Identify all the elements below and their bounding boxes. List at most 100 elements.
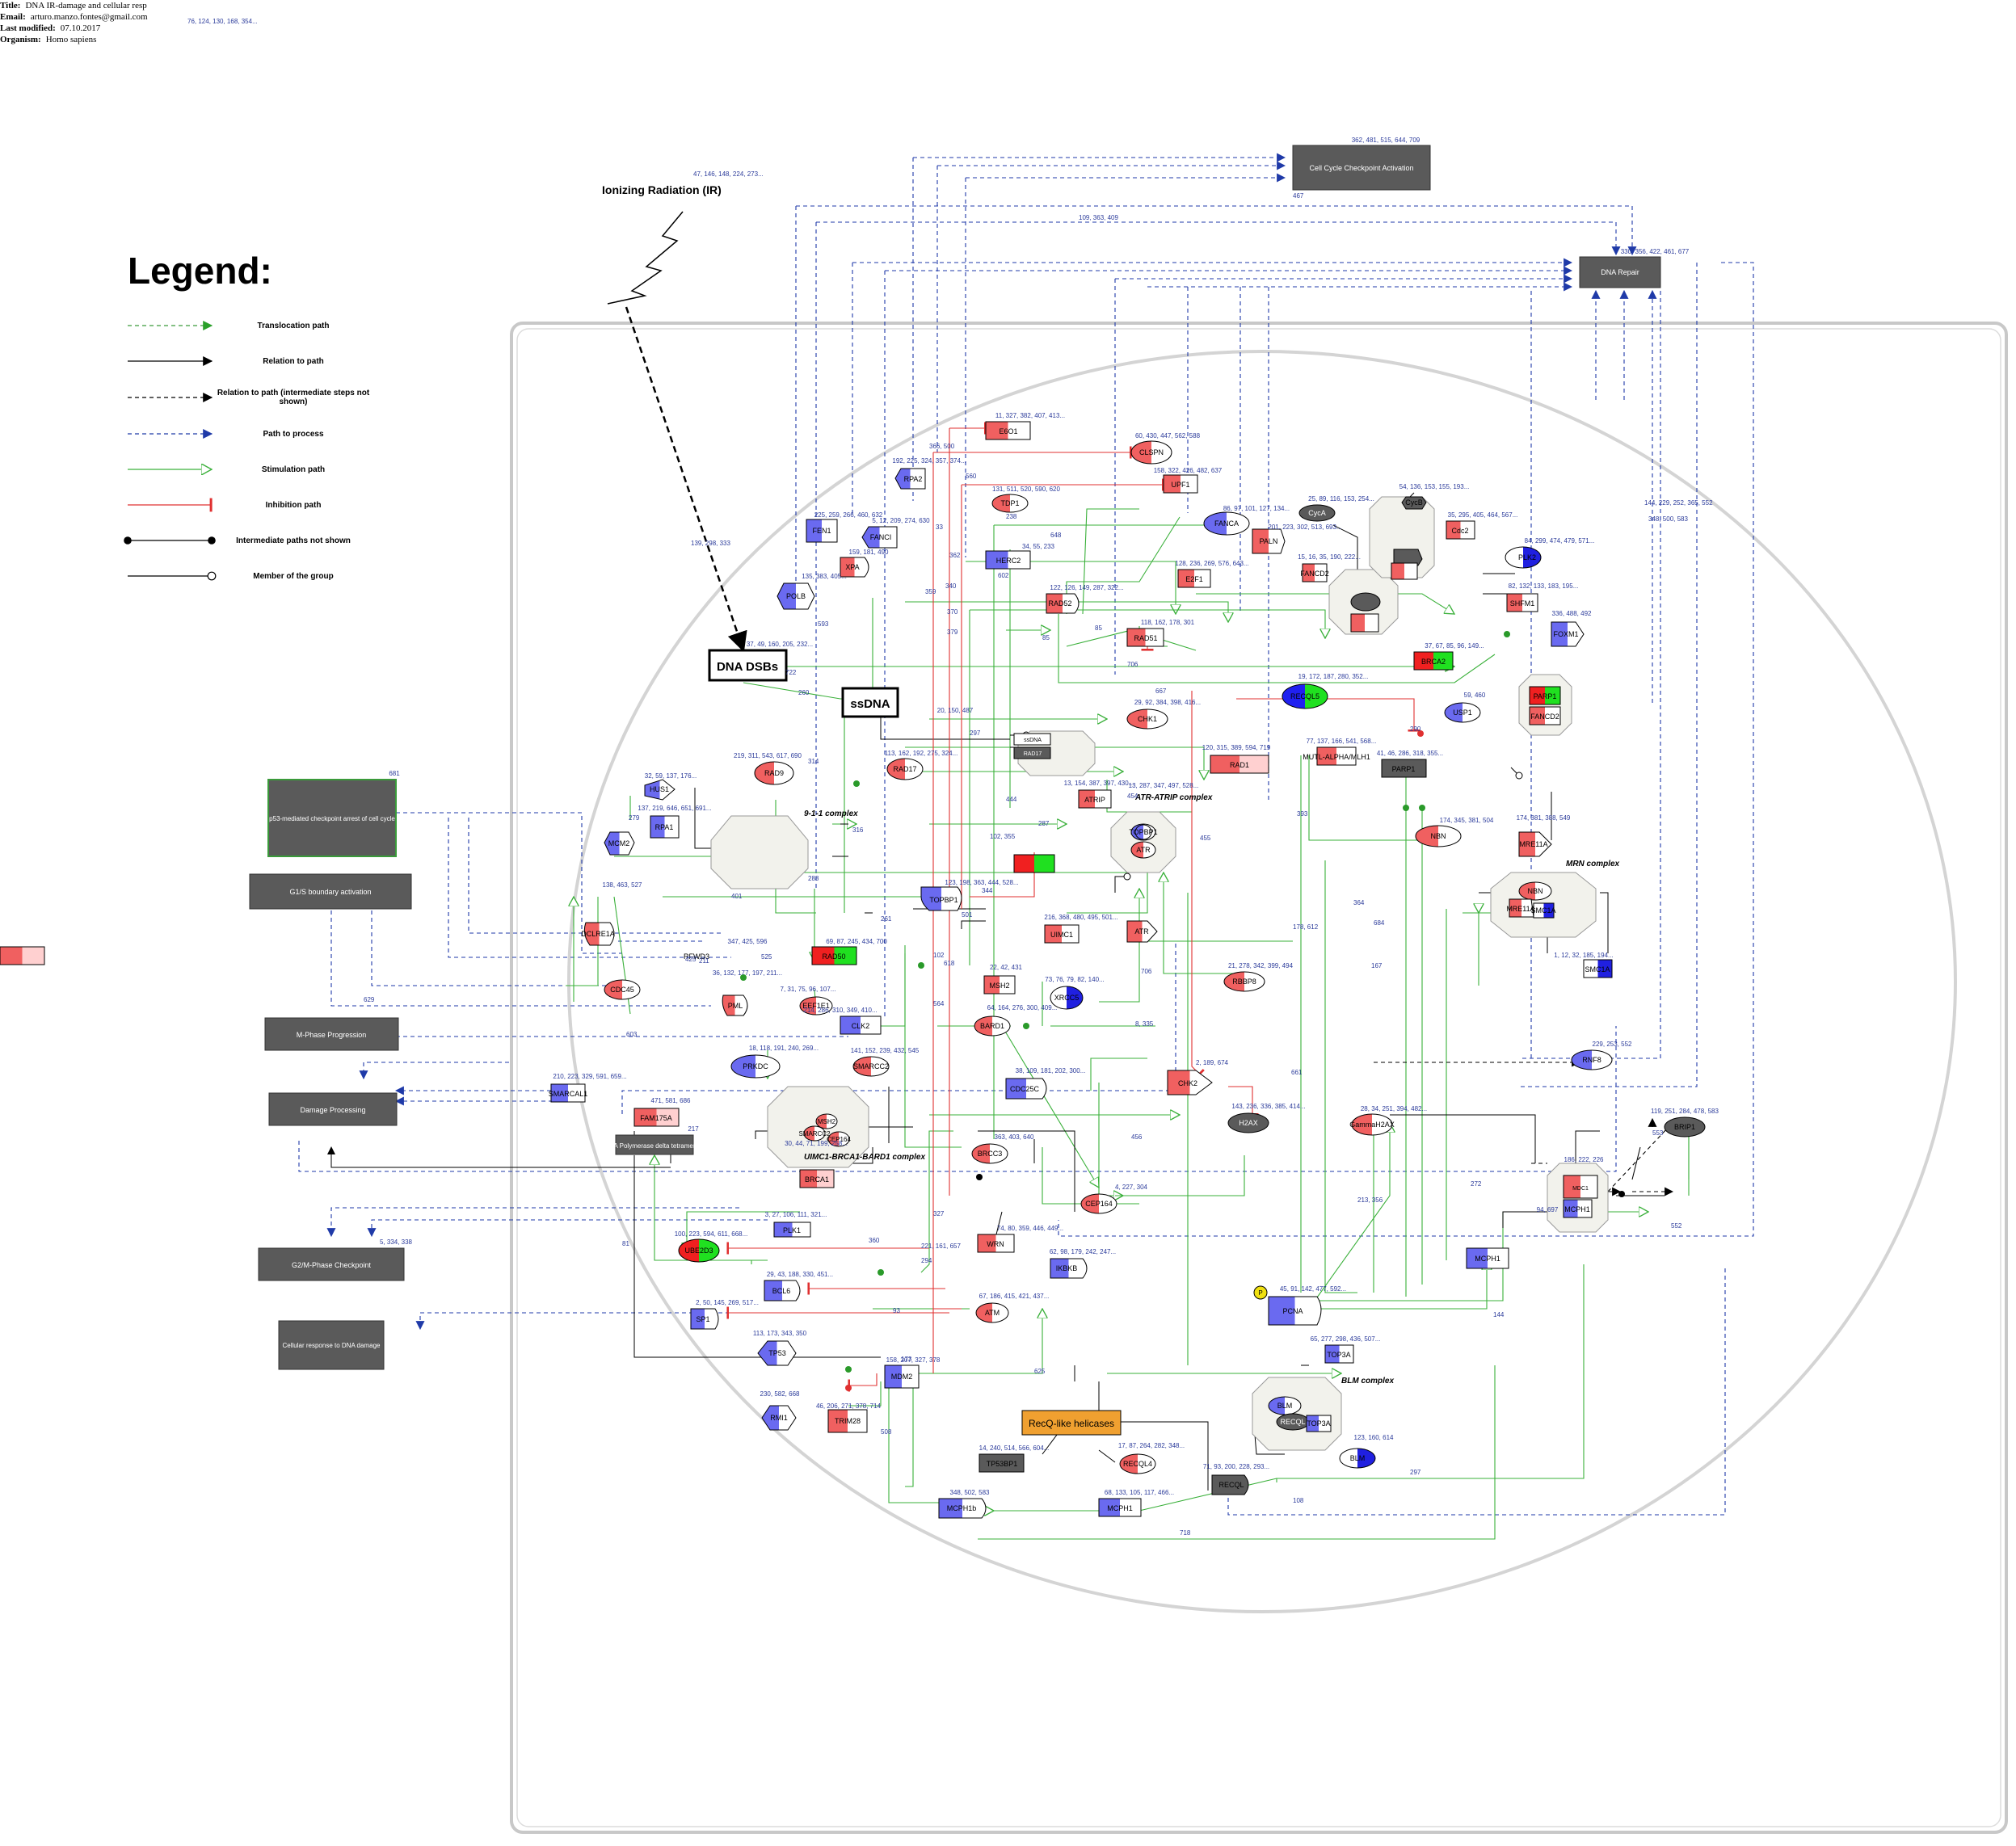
svg-text:186, 222, 226: 186, 222, 226 [1564,1156,1604,1163]
svg-text:84, 299, 474, 479, 571...: 84, 299, 474, 479, 571... [1525,537,1595,545]
svg-text:BRCA2: BRCA2 [1421,658,1446,666]
svg-text:FAM175A: FAM175A [640,1114,672,1122]
svg-text:192, 225, 324, 357, 374...: 192, 225, 324, 357, 374... [892,457,966,465]
svg-text:34, 55, 233: 34, 55, 233 [1022,543,1055,550]
svg-text:35, 295, 405, 464, 567...: 35, 295, 405, 464, 567... [1448,511,1518,519]
svg-text:IKBKB: IKBKB [1056,1264,1078,1272]
svg-text:71, 93, 200, 228, 293...: 71, 93, 200, 228, 293... [1203,1463,1269,1470]
process-g1s-boundary: G1/S boundary activation [249,873,412,910]
svg-text:143, 236, 336, 385, 414...: 143, 236, 336, 385, 414... [1231,1103,1305,1110]
svg-text:297: 297 [970,730,981,737]
svg-text:327: 327 [933,1210,945,1217]
svg-text:508: 508 [881,1428,892,1436]
svg-text:NBN: NBN [1430,832,1446,840]
svg-text:FEN1: FEN1 [812,527,831,535]
ir-label: Ionizing Radiation (IR) [602,183,722,196]
svg-text:401: 401 [731,893,743,900]
svg-text:TP53: TP53 [768,1349,786,1357]
process-cellular-response: Cellular response to DNA damage [278,1320,385,1370]
svg-text:29, 92, 384, 398, 416...: 29, 92, 384, 398, 416... [1134,699,1201,706]
svg-text:65, 277, 298, 436, 507...: 65, 277, 298, 436, 507... [1311,1335,1381,1343]
svg-text:141, 152, 239, 432, 545: 141, 152, 239, 432, 545 [851,1047,920,1054]
svg-text:38, 109, 181, 202, 300...: 38, 109, 181, 202, 300... [1016,1067,1086,1074]
svg-text:216, 368, 480, 495, 501...: 216, 368, 480, 495, 501... [1044,914,1117,921]
svg-text:93: 93 [893,1307,900,1314]
svg-text:SMC1A: SMC1A [1585,965,1610,973]
svg-text:Cellular response to DNA damag: Cellular response to DNA damage [283,1342,381,1349]
svg-text:366, 500: 366, 500 [929,443,955,450]
process-damage-processing: Damage Processing [268,1092,398,1126]
svg-text:RMI1: RMI1 [770,1414,788,1422]
svg-text:MCM2: MCM2 [608,839,630,847]
svg-text:229, 253, 552: 229, 253, 552 [1593,1041,1632,1048]
svg-text:ATRIP: ATRIP [1084,796,1105,804]
svg-text:59, 460: 59, 460 [1464,692,1486,699]
svg-text:718: 718 [1180,1529,1191,1537]
svg-text:85: 85 [1042,634,1050,641]
svg-text:5, 12, 209, 274, 630: 5, 12, 209, 274, 630 [872,517,930,524]
svg-text:138, 463, 527: 138, 463, 527 [603,881,642,889]
process-p53-checkpoint: p53-mediated checkpoint arrest of cell c… [267,770,400,857]
svg-text:221, 161, 657: 221, 161, 657 [921,1243,961,1250]
svg-text:201, 223, 302, 513, 693...: 201, 223, 302, 513, 693... [1268,524,1341,531]
svg-text:RAD1: RAD1 [1230,761,1249,769]
svg-text:SMARCC2: SMARCC2 [853,1062,889,1070]
svg-text:706: 706 [1141,968,1152,975]
ssdna-node: ssDNA [841,687,899,718]
svg-text:RAD17: RAD17 [893,765,916,773]
svg-text:PARP1: PARP1 [1534,692,1557,700]
svg-text:113, 173, 343, 350: 113, 173, 343, 350 [753,1330,807,1337]
svg-text:144: 144 [1493,1311,1505,1318]
svg-text:340: 340 [945,582,957,590]
svg-text:TOPBP1: TOPBP1 [1129,828,1157,836]
svg-text:ATR: ATR [1134,927,1149,936]
svg-text:RAD52: RAD52 [1048,599,1071,608]
svg-text:CLK2: CLK2 [852,1022,870,1030]
svg-text:81: 81 [622,1240,629,1247]
svg-text:FANCA: FANCA [1214,519,1239,528]
svg-text:19, 172, 187, 280, 352...: 19, 172, 187, 280, 352... [1298,673,1369,680]
process-g2m-checkpoint: G2/M-Phase Checkpoint 5, 334, 338 [258,1238,413,1281]
svg-text:PRKDC: PRKDC [743,1062,768,1070]
svg-text:1, 12, 32, 185, 194...: 1, 12, 32, 185, 194... [1554,952,1613,959]
svg-text:MDC1: MDC1 [1572,1186,1589,1192]
svg-text:32, 59, 137, 176...: 32, 59, 137, 176... [645,772,697,780]
svg-text:20, 150, 487: 20, 150, 487 [937,707,974,714]
svg-text:108: 108 [1293,1497,1304,1504]
svg-text:RECQL5: RECQL5 [1290,692,1319,700]
svg-text:13, 154, 387, 397, 430...: 13, 154, 387, 397, 430... [1064,780,1134,787]
svg-text:RAD50: RAD50 [822,952,845,961]
svg-text:290: 290 [1410,725,1421,733]
svg-text:SMC1A: SMC1A [1530,906,1555,915]
svg-text:ssDNA: ssDNA [850,697,890,711]
svg-text:RPA1: RPA1 [655,823,674,831]
svg-text:13, 287, 347, 497, 528...: 13, 287, 347, 497, 528... [1129,782,1199,789]
svg-text:29, 43, 188, 330, 451...: 29, 43, 188, 330, 451... [767,1271,833,1278]
svg-text:HUS1: HUS1 [650,785,669,793]
svg-text:706: 706 [1127,661,1138,668]
svg-text:454: 454 [1127,793,1138,800]
svg-text:PCNA: PCNA [1282,1307,1303,1315]
svg-text:14, 240, 514, 566, 604...: 14, 240, 514, 566, 604... [979,1444,1050,1452]
svg-text:102: 102 [933,952,945,959]
svg-text:178, 612: 178, 612 [1293,923,1319,931]
svg-text:TDP1: TDP1 [1000,499,1019,507]
svg-text:36, 132, 177, 197, 211...: 36, 132, 177, 197, 211... [713,969,782,977]
svg-text:RAD51: RAD51 [1134,634,1157,642]
svg-text:E6O1: E6O1 [999,427,1017,435]
svg-text:2, 50, 145, 269, 517...: 2, 50, 145, 269, 517... [696,1299,759,1306]
phospho-label: P [1258,1289,1262,1297]
svg-text:74, 80, 359, 446, 449...: 74, 80, 359, 446, 449... [997,1225,1063,1232]
svg-text:347, 425, 596: 347, 425, 596 [728,938,768,945]
svg-text:86, 97, 101, 127, 134...: 86, 97, 101, 127, 134... [1223,505,1290,512]
svg-text:21, 278, 342, 399, 494: 21, 278, 342, 399, 494 [1228,962,1294,969]
svg-text:E2F1: E2F1 [1185,575,1203,583]
svg-text:210, 223, 329, 591, 659...: 210, 223, 329, 591, 659... [553,1073,626,1080]
svg-text:UPF1: UPF1 [1171,481,1189,489]
svg-text:364: 364 [1353,899,1365,906]
svg-text:67, 186, 415, 421, 437...: 67, 186, 415, 421, 437... [979,1293,1050,1300]
svg-text:94, 697: 94, 697 [1537,1206,1559,1213]
recq-helicases-node: RecQ-like helicases [1021,1410,1122,1436]
gene-nodes [0,421,1706,1519]
svg-text:TP53BP1: TP53BP1 [987,1460,1018,1468]
